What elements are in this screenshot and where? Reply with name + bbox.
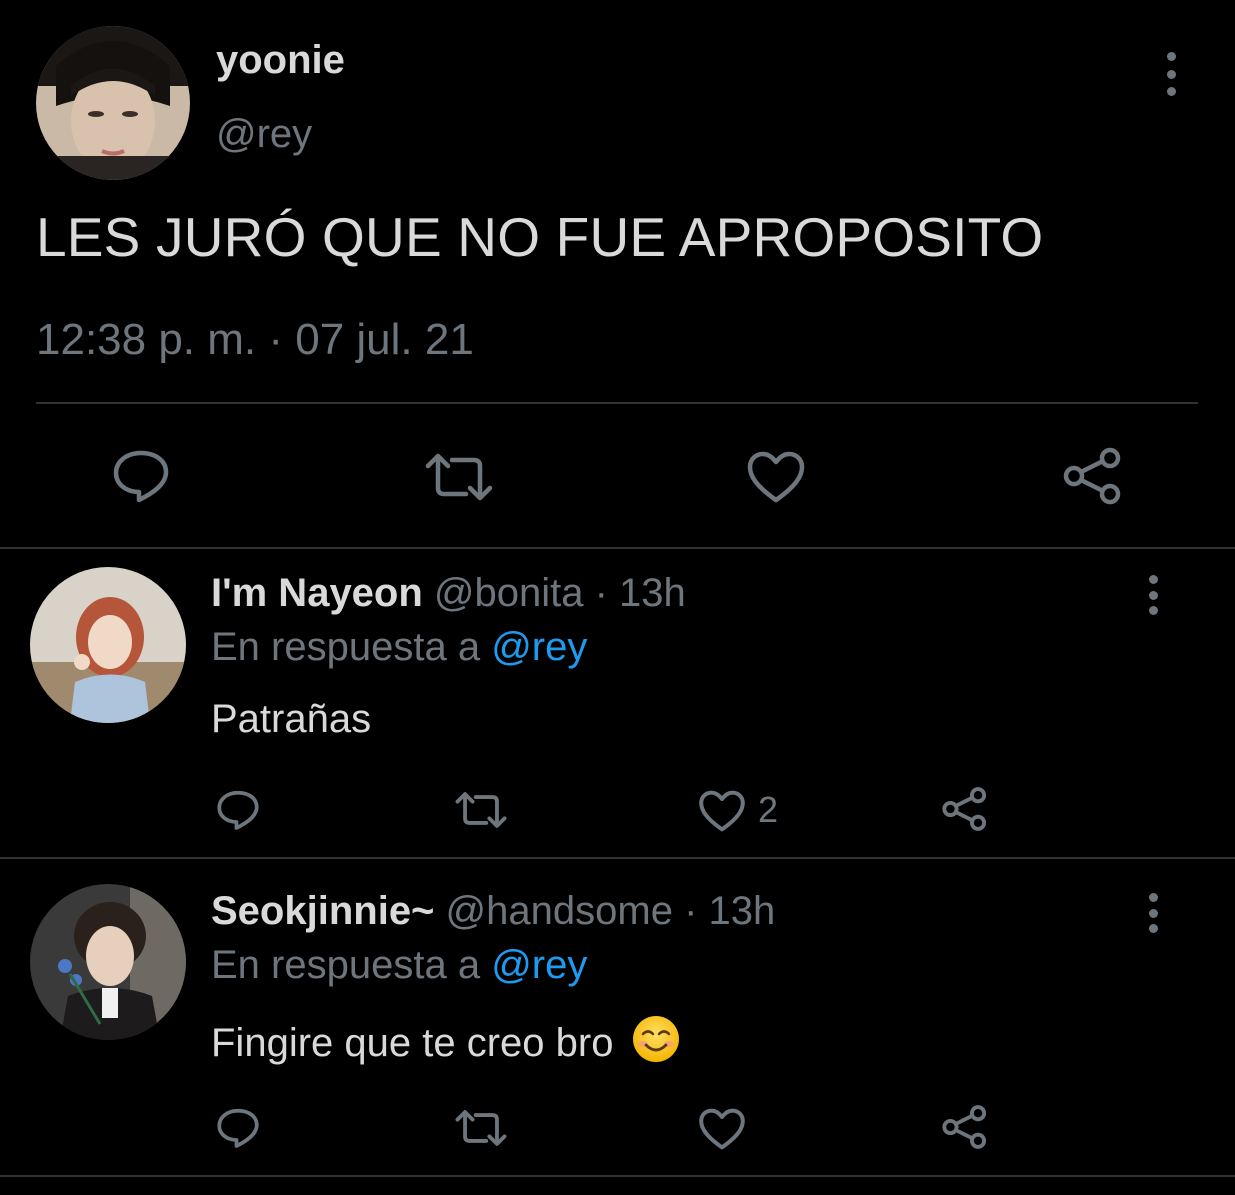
reply-avatar[interactable] [30,567,186,723]
like-icon[interactable] [698,789,746,833]
reply-meta[interactable]: @handsome · 13h [446,889,776,933]
reply-to-prefix: En respuesta a [211,943,481,987]
reply-text: Patrañas [211,697,372,741]
reply-text-line: Fingire que te creo bro [211,1014,681,1066]
share-icon[interactable] [1062,446,1124,506]
reply-to-mention[interactable]: @rey [491,625,587,669]
more-options-icon[interactable] [1143,893,1163,933]
retweet-icon[interactable] [454,791,508,829]
share-icon[interactable] [941,786,989,832]
divider [36,402,1198,404]
reply-to-line: En respuesta a @rey [211,943,587,988]
author-avatar[interactable] [36,26,190,180]
reply-meta[interactable]: @bonita · 13h [434,571,686,615]
reply-display-name[interactable]: Seokjinnie~ [211,889,434,933]
like-count: 2 [758,789,779,830]
reply-to-mention[interactable]: @rey [491,943,587,987]
reply-to-line: En respuesta a @rey [211,625,587,670]
more-options-icon[interactable] [1161,52,1181,96]
retweet-icon[interactable] [454,1109,508,1147]
author-display-name[interactable]: yoonie [216,38,345,83]
reply-icon[interactable] [111,448,171,504]
reply-icon[interactable] [215,1107,261,1149]
smiling-face-emoji [631,1014,681,1064]
reply-header: Seokjinnie~ @handsome · 13h [211,889,775,934]
like-icon[interactable] [746,450,806,504]
reply-to-prefix: En respuesta a [211,625,481,669]
like-icon[interactable] [698,1107,746,1151]
author-handle[interactable]: @rey [216,112,312,157]
more-options-icon[interactable] [1143,575,1163,615]
reply-avatar[interactable] [30,884,186,1040]
divider [0,857,1235,859]
retweet-icon[interactable] [424,452,494,502]
tweet-thread: yoonie @rey LES JURÓ QUE NO FUE APROPOSI… [0,0,1235,1195]
tweet-timestamp: 12:38 p. m. · 07 jul. 21 [36,315,474,364]
divider [0,1175,1235,1177]
share-icon[interactable] [941,1104,989,1150]
divider [0,547,1235,549]
tweet-text: LES JURÓ QUE NO FUE APROPOSITO [36,206,1044,268]
reply-text: Fingire que te creo bro [211,1021,614,1065]
reply-icon[interactable] [215,789,261,831]
reply-display-name[interactable]: I'm Nayeon [211,571,423,615]
reply-header: I'm Nayeon @bonita · 13h [211,571,686,616]
